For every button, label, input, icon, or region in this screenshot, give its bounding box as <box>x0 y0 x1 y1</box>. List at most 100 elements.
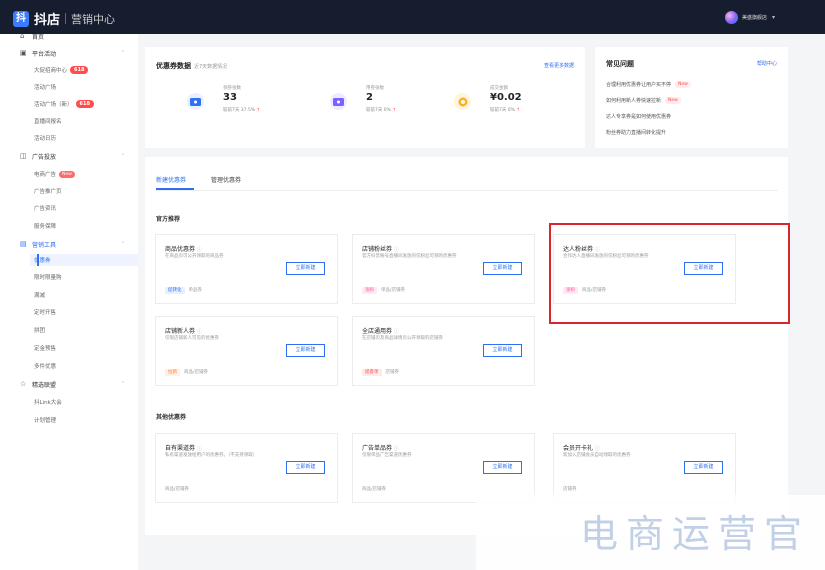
faq-item[interactable]: 达人专享券是如何使用优惠券 <box>606 113 671 120</box>
tag: 店铺券 <box>385 370 400 375</box>
highlight-box <box>549 223 790 324</box>
calendar-icon: ▣ <box>20 49 27 57</box>
badge-618: 618 <box>75 100 94 108</box>
view-more-link[interactable]: 查看更多数据 <box>544 62 574 69</box>
badge-new: New <box>59 170 75 178</box>
info-icon: ⓘ <box>595 446 601 452</box>
info-icon: ⓘ <box>197 247 203 253</box>
coupon-stats-card: 优惠券数据 近7天数据情况 查看更多数据 领券张数 33 较前7天 37.5% ↑… <box>145 47 585 148</box>
selected-indicator <box>37 254 39 266</box>
sidebar-item-home[interactable]: ⌂ 首页 <box>20 30 138 42</box>
sidebar-item-ecom-ads[interactable]: 电商广告 New <box>34 168 138 180</box>
info-icon: ⓘ <box>197 329 203 335</box>
star-icon: ☆ <box>20 380 27 388</box>
sidebar-group-ads[interactable]: ◫ 广告投放 ⌃ <box>20 150 138 162</box>
help-center-link[interactable]: 帮助中心 <box>757 60 777 67</box>
coupon-icon <box>187 93 204 110</box>
chevron-up-icon: ⌃ <box>121 241 126 247</box>
create-button[interactable]: 立即新建 <box>286 344 325 357</box>
coupon-card-shop-fans: 店铺粉丝券 ⓘ 官方抖音账号直播间发放的仅粉丝可领的优惠券 立即新建 涨粉 单品/店… <box>352 234 535 304</box>
tag: 提客单 <box>362 369 382 376</box>
coupon-card-shop-new: 店铺新人券 ⓘ 仅限店铺新人可见的优惠券 立即新建 拉新 商品/店铺券 <box>155 316 338 386</box>
app-logo[interactable]: 抖 抖店 营销中心 <box>13 9 115 28</box>
coupon-card-member-gift: 会员开卡礼 ⓘ 新加入店铺会员自动领取的优惠券 立即新建 店铺券 <box>553 433 736 503</box>
tag: 店铺券 <box>563 487 577 492</box>
tag: 商品/店铺券 <box>362 487 387 492</box>
faq-item[interactable]: 粉丝券助力直播间转化提升 <box>606 129 666 136</box>
sidebar-item-flash-sale[interactable]: 限时限量购 <box>34 271 138 283</box>
top-bar: 抖 抖店 营销中心 美盛旗舰店 ▾ <box>0 0 825 34</box>
active-tab-indicator <box>156 188 194 190</box>
chevron-up-icon: ⌃ <box>121 50 126 56</box>
chevron-up-icon: ⌃ <box>121 381 126 387</box>
create-button[interactable]: 立即新建 <box>483 461 522 474</box>
sidebar: ⌂ 首页 ▣ 平台活动 ⌃ 大促招商中心 618 活动广场 活动广场（新） 618 直播间… <box>0 32 138 570</box>
sidebar-group-platform[interactable]: ▣ 平台活动 ⌃ <box>20 47 138 59</box>
sidebar-item-promo-center[interactable]: 大促招商中心 618 <box>34 64 138 76</box>
badge-new: New <box>675 81 691 88</box>
tag: 单品/店铺券 <box>381 288 406 293</box>
section-name: 营销中心 <box>71 12 116 26</box>
badge-new: New <box>665 97 681 104</box>
watermark: 电商运营官 <box>476 495 825 570</box>
sidebar-item-ad-page[interactable]: 广告推广页 <box>34 185 138 197</box>
sidebar-item-activity-square[interactable]: 活动广场 <box>34 81 138 93</box>
faq-title: 常见问题 <box>606 60 634 68</box>
create-button[interactable]: 立即新建 <box>483 262 522 275</box>
info-icon: ⓘ <box>394 247 400 253</box>
coupon-card-ad-product: 广告单品券 ⓘ 仅限单品广告渠道优惠券 立即新建 商品/店铺券 <box>352 433 535 503</box>
sidebar-item-discount[interactable]: 满减 <box>34 289 138 301</box>
stats-title: 优惠券数据 近7天数据情况 <box>156 62 228 70</box>
home-icon: ⌂ <box>20 32 25 40</box>
sidebar-item-ad-info[interactable]: 广告资讯 <box>34 202 138 214</box>
sidebar-item-plan-manage[interactable]: 计划管理 <box>34 414 138 426</box>
create-button[interactable]: 立即新建 <box>684 461 723 474</box>
tools-icon: ▤ <box>20 240 27 248</box>
sidebar-item-activity-square-new[interactable]: 活动广场（新） 618 <box>34 98 138 110</box>
money-icon <box>454 93 471 110</box>
ad-icon: ◫ <box>20 152 27 160</box>
tab-create-coupon[interactable]: 新建优惠券 <box>156 175 186 184</box>
info-icon: ⓘ <box>394 446 400 452</box>
sidebar-item-presale[interactable]: 定金预售 <box>34 342 138 354</box>
faq-item[interactable]: 合理利用优惠券让用户买不停 New <box>606 81 691 88</box>
faq-item[interactable]: 如何利用新人券快速拉新 New <box>606 97 681 104</box>
sidebar-item-group-buy[interactable]: 拼团 <box>34 324 138 336</box>
sidebar-group-union[interactable]: ☆ 精选联盟 ⌃ <box>20 378 138 390</box>
user-menu[interactable]: 美盛旗舰店 ▾ <box>724 11 775 24</box>
coupon-card-product: 商品优惠券 ⓘ 在商品页可公开领取的商品券 立即新建 促转化 单品券 <box>155 234 338 304</box>
sidebar-item-coupons[interactable]: 优惠券 <box>30 254 138 266</box>
logo-divider <box>65 13 67 24</box>
create-button[interactable]: 立即新建 <box>286 262 325 275</box>
faq-card: 常见问题 帮助中心 合理利用优惠券让用户买不停 New 如何利用新人券快速拉新 Ne… <box>595 47 788 148</box>
section-other: 其他优惠券 <box>156 414 187 421</box>
sidebar-item-activity-calendar[interactable]: 活动日历 <box>34 132 138 144</box>
info-icon: ⓘ <box>394 329 400 335</box>
tag: 涨粉 <box>362 287 377 294</box>
tab-divider <box>156 190 778 191</box>
tag: 拉新 <box>165 369 180 376</box>
coupon-card-own-channel: 自有渠道券 ⓘ 私有渠道发放给用户的优惠券。（不支持领取） 立即新建 商品/店铺券 <box>155 433 338 503</box>
coupon-used-icon <box>330 93 347 110</box>
tab-manage-coupon[interactable]: 管理优惠券 <box>211 175 241 184</box>
watermark-text: 电商运营官 <box>579 512 810 556</box>
logo-icon: 抖 <box>13 10 29 27</box>
sidebar-item-link-conference[interactable]: 抖Link大会 <box>34 396 138 408</box>
sidebar-item-live-signup[interactable]: 直播间报名 <box>34 115 138 127</box>
sidebar-item-multi-discount[interactable]: 多件优惠 <box>34 360 138 372</box>
create-button[interactable]: 立即新建 <box>286 461 325 474</box>
create-button[interactable]: 立即新建 <box>483 344 522 357</box>
tag: 商品/店铺券 <box>184 370 209 375</box>
info-icon: ⓘ <box>197 446 203 452</box>
user-name: 美盛旗舰店 <box>741 15 767 21</box>
sidebar-group-marketing-tools[interactable]: ▤ 营销工具 ⌃ <box>20 238 138 250</box>
tag: 促转化 <box>165 287 185 294</box>
app-name: 抖店 <box>34 13 61 28</box>
sidebar-item-service[interactable]: 服务保障 <box>34 220 138 232</box>
avatar <box>724 11 738 24</box>
chevron-down-icon: ▾ <box>771 14 775 21</box>
section-official: 官方推荐 <box>156 216 181 223</box>
tag: 商品/店铺券 <box>165 487 190 492</box>
sidebar-item-scheduled-sale[interactable]: 定时开售 <box>34 306 138 318</box>
chevron-up-icon: ⌃ <box>121 153 126 159</box>
